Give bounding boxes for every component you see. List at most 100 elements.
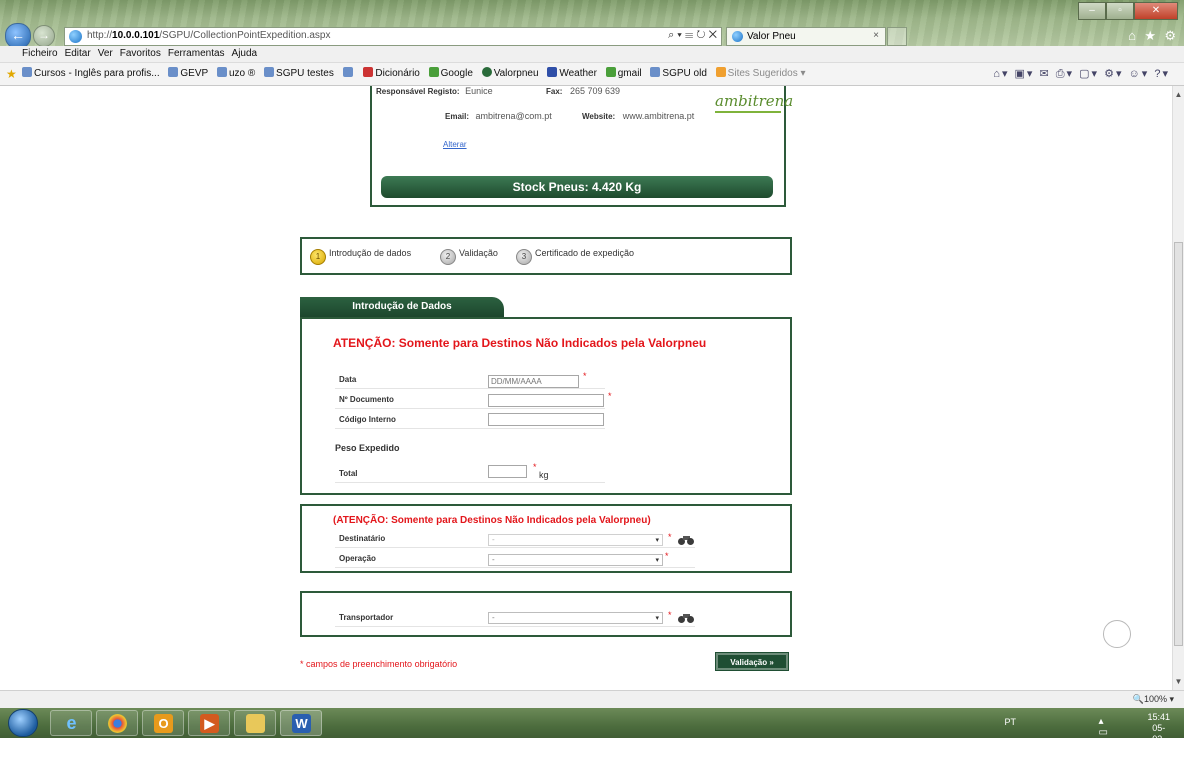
fav-item[interactable]: SGPU testes: [264, 67, 334, 79]
form-warning: ATENÇÃO: Somente para Destinos Não Indic…: [333, 336, 707, 350]
page-icon: [264, 67, 275, 77]
favorites-star-icon[interactable]: ★: [1144, 28, 1156, 44]
responsavel-row: Responsável Registo: Eunice: [376, 86, 493, 96]
menu-ajuda[interactable]: Ajuda: [232, 46, 258, 62]
scroll-up-arrow-icon[interactable]: ▲: [1174, 90, 1183, 99]
data-field[interactable]: [488, 375, 579, 388]
fav-item[interactable]: GEVP: [168, 67, 208, 79]
fav-item[interactable]: Sites Sugeridos ▾: [715, 67, 806, 79]
address-tools[interactable]: ⌕ ▾ ☰ ↻ ✕: [668, 29, 717, 42]
wizard-steps: 1 Introdução de dados 2 Validação 3 Certifi…: [300, 237, 792, 275]
unit-label: kg: [539, 470, 549, 480]
website-row: Website: www.ambitrena.pt: [582, 111, 694, 121]
home-icon[interactable]: ⌂: [1128, 28, 1136, 43]
clock[interactable]: 15:41 05-03-2012: [1147, 712, 1170, 756]
fav-item[interactable]: Google: [428, 67, 473, 79]
tab-valor-pneu[interactable]: Valor Pneu ×: [726, 27, 886, 46]
vertical-scrollbar[interactable]: ▲ ▼: [1172, 86, 1184, 690]
taskbar-internet-explorer[interactable]: e: [50, 710, 92, 736]
taskbar-outlook[interactable]: O: [142, 710, 184, 736]
suggested-sites-icon: [715, 67, 726, 77]
entity-info-panel: Responsável Registo: Eunice Fax: 265 709…: [370, 86, 793, 207]
fav-item[interactable]: SGPU old: [650, 67, 707, 79]
taskbar-chrome[interactable]: [96, 710, 138, 736]
favorites-star-icon[interactable]: ★: [6, 67, 17, 81]
new-tab-button[interactable]: [887, 27, 907, 46]
maximize-button[interactable]: ▫: [1106, 2, 1134, 20]
fav-item[interactable]: uzo ®: [216, 67, 255, 79]
fax-row: Fax: 265 709 639: [546, 86, 620, 96]
tab-close-icon[interactable]: ×: [873, 30, 879, 41]
page-favicon-icon: [69, 30, 82, 43]
required-mark: *: [665, 551, 669, 561]
binoculars-search-icon[interactable]: [678, 614, 695, 623]
fav-item[interactable]: Valorpneu: [481, 67, 539, 79]
close-window-button[interactable]: ✕: [1134, 2, 1178, 20]
responsavel-label: Responsável Registo:: [376, 87, 460, 96]
step-number-icon: 1: [310, 249, 326, 265]
transportador-value: -: [492, 613, 495, 622]
fav-item[interactable]: [342, 67, 355, 79]
settings-gear-icon[interactable]: ⚙: [1164, 28, 1176, 44]
menu-ferramentas[interactable]: Ferramentas: [168, 46, 225, 62]
zoom-control[interactable]: 🔍100% ▾: [1133, 694, 1174, 705]
required-mark: *: [668, 610, 672, 620]
data-entry-form: ATENÇÃO: Somente para Destinos Não Indic…: [300, 317, 792, 495]
scrollbar-thumb[interactable]: [1174, 242, 1183, 646]
taskbar-word[interactable]: W: [280, 710, 322, 736]
codigo-label: Código Interno: [339, 415, 396, 424]
destination-panel: (ATENÇÃO: Somente para Destinos Não Indi…: [300, 504, 792, 573]
language-indicator[interactable]: PT: [1004, 717, 1016, 727]
menu-favoritos[interactable]: Favoritos: [120, 46, 161, 62]
operacao-select[interactable]: - ▾: [488, 554, 663, 566]
fav-item[interactable]: gmail: [605, 67, 642, 79]
minimize-button[interactable]: –: [1078, 2, 1106, 20]
start-button[interactable]: [8, 709, 38, 737]
folder-icon: [246, 714, 265, 733]
windows-taskbar: e O ▶ W PT ▴ ▭ ◂ ▣ 15:41 05-03-2012: [0, 708, 1184, 760]
valorpneu-icon: [481, 67, 492, 77]
scroll-down-arrow-icon[interactable]: ▼: [1174, 677, 1183, 686]
validacao-button[interactable]: Validação »: [715, 652, 789, 671]
address-bar[interactable]: http://10.0.0.101/SGPU/CollectionPointEx…: [64, 27, 722, 46]
operacao-label: Operação: [339, 554, 376, 563]
alterar-link[interactable]: Alterar: [443, 140, 467, 149]
binoculars-search-icon[interactable]: [678, 536, 695, 545]
form-tab-introducao[interactable]: Introdução de Dados: [300, 297, 504, 319]
destinatario-select[interactable]: - ▾: [488, 534, 663, 546]
page-viewport: Responsável Registo: Eunice Fax: 265 709…: [0, 86, 1172, 690]
total-label: Total: [339, 469, 358, 478]
dictionary-icon: [363, 67, 374, 77]
transportador-select[interactable]: - ▾: [488, 612, 663, 624]
total-row: Total: [335, 464, 605, 483]
stock-banner: Stock Pneus: 4.420 Kg: [381, 176, 773, 198]
email-row: Email: ambitrena@com.pt: [445, 111, 552, 121]
step-certificado: 3 Certificado de expedição: [516, 248, 634, 265]
fav-item[interactable]: Cursos - Inglês para profis...: [22, 67, 160, 79]
menu-ver[interactable]: Ver: [98, 46, 113, 62]
page-icon: [22, 67, 32, 77]
documento-label: Nº Documento: [339, 395, 394, 404]
zoom-value: 100%: [1143, 694, 1167, 704]
required-mark: *: [668, 532, 672, 542]
tray-icons[interactable]: ▴ ▭ ◂ ▣: [1099, 716, 1114, 760]
fav-item[interactable]: Weather: [547, 67, 597, 79]
forward-button[interactable]: →: [33, 25, 55, 47]
step-introducao: 1 Introdução de dados: [310, 248, 411, 265]
taskbar-explorer[interactable]: [234, 710, 276, 736]
command-bar-tools[interactable]: ⌂▾ ▣▾ ✉ ⎙▾ ▢▾ ⚙▾ ☺▾ ?▾: [993, 67, 1170, 81]
fav-item[interactable]: Dicionário: [363, 67, 420, 79]
peso-total-field[interactable]: [488, 465, 527, 478]
window-controls: – ▫ ✕: [1078, 2, 1178, 20]
browser-title-bar: – ▫ ✕ ← → http://10.0.0.101/SGPU/Collect…: [0, 0, 1184, 49]
taskbar-media-player[interactable]: ▶: [188, 710, 230, 736]
menu-ficheiro[interactable]: Ficheiro: [22, 46, 58, 62]
operacao-value: -: [492, 555, 495, 564]
documento-field[interactable]: [488, 394, 604, 407]
menu-editar[interactable]: Editar: [65, 46, 91, 62]
step-label: Certificado de expedição: [535, 248, 635, 258]
transport-panel: Transportador - ▾ *: [300, 591, 792, 637]
website-label: Website:: [582, 112, 616, 121]
codigo-interno-field[interactable]: [488, 413, 604, 426]
page-icon: [168, 67, 179, 77]
